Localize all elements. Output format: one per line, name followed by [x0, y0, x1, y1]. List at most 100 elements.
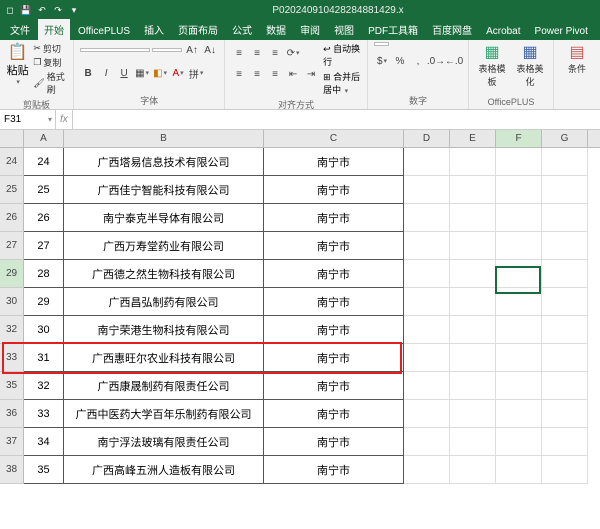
qat-more-icon[interactable]: ▾ [68, 4, 80, 16]
font-color-button[interactable]: A▾ [170, 65, 186, 81]
comma-button[interactable]: , [410, 53, 426, 69]
percent-button[interactable]: % [392, 53, 408, 69]
cell[interactable]: 35 [24, 456, 64, 484]
row-header-37[interactable]: 37 [0, 428, 24, 456]
col-header-A[interactable]: A [24, 130, 64, 147]
inc-decimal-button[interactable]: .0→ [428, 53, 444, 69]
cell[interactable]: 广西中医药大学百年乐制药有限公司 [64, 400, 264, 428]
tab-插入[interactable]: 插入 [138, 19, 170, 40]
col-header-G[interactable]: G [542, 130, 588, 147]
cell-empty[interactable] [450, 344, 496, 372]
grid-body[interactable]: 2424广西塔易信息技术有限公司南宁市2525广西佳宁智能科技有限公司南宁市26… [0, 148, 600, 484]
tab-数据[interactable]: 数据 [260, 19, 292, 40]
row-header-25[interactable]: 25 [0, 176, 24, 204]
cell[interactable]: 南宁市 [264, 288, 404, 316]
orientation-button[interactable]: ⟳▾ [285, 45, 301, 61]
save-icon[interactable]: 💾 [20, 4, 32, 16]
cell[interactable]: 南宁荣港生物科技有限公司 [64, 316, 264, 344]
name-box[interactable]: F31 [0, 110, 56, 129]
cell-empty[interactable] [496, 428, 542, 456]
cell[interactable]: 南宁市 [264, 400, 404, 428]
copy-button[interactable]: ❐复制 [33, 56, 67, 69]
tab-视图[interactable]: 视图 [328, 19, 360, 40]
cell[interactable]: 24 [24, 148, 64, 176]
cell-empty[interactable] [404, 372, 450, 400]
cell-empty[interactable] [450, 148, 496, 176]
cell[interactable]: 广西高峰五洲人造板有限公司 [64, 456, 264, 484]
cell[interactable]: 南宁市 [264, 344, 404, 372]
tell-me-search[interactable]: 💡操作说明搜索 [596, 0, 600, 40]
increase-font-button[interactable]: A↑ [184, 42, 200, 58]
cell-empty[interactable] [404, 344, 450, 372]
paste-button[interactable]: 📋 粘贴 ▾ [6, 42, 29, 86]
cell-empty[interactable] [542, 148, 588, 176]
cell[interactable]: 南宁市 [264, 176, 404, 204]
cell[interactable]: 广西惠旺尔农业科技有限公司 [64, 344, 264, 372]
cell-empty[interactable] [404, 148, 450, 176]
cell-empty[interactable] [450, 316, 496, 344]
cell[interactable]: 30 [24, 316, 64, 344]
decrease-font-button[interactable]: A↓ [202, 42, 218, 58]
cell[interactable]: 广西康晟制药有限责任公司 [64, 372, 264, 400]
cell[interactable]: 29 [24, 288, 64, 316]
cell-empty[interactable] [542, 400, 588, 428]
row-header-26[interactable]: 26 [0, 204, 24, 232]
col-header-B[interactable]: B [64, 130, 264, 147]
border-button[interactable]: ▦▾ [134, 65, 150, 81]
font-name-select[interactable] [80, 48, 150, 52]
underline-button[interactable]: U [116, 65, 132, 81]
undo-icon[interactable]: ↶ [36, 4, 48, 16]
cell-empty[interactable] [542, 204, 588, 232]
cell-empty[interactable] [404, 176, 450, 204]
cell-empty[interactable] [542, 372, 588, 400]
cell[interactable]: 广西昌弘制药有限公司 [64, 288, 264, 316]
cell[interactable]: 南宁市 [264, 316, 404, 344]
indent-dec-button[interactable]: ⇤ [285, 66, 301, 82]
cell[interactable]: 33 [24, 400, 64, 428]
cell[interactable]: 34 [24, 428, 64, 456]
cell-empty[interactable] [496, 260, 542, 288]
conditional-format-button[interactable]: ▤条件 [560, 42, 594, 75]
align-middle-button[interactable]: ≡ [249, 45, 265, 61]
cell-empty[interactable] [450, 400, 496, 428]
dec-decimal-button[interactable]: ←.0 [446, 53, 462, 69]
cell-empty[interactable] [542, 344, 588, 372]
fill-color-button[interactable]: ◧▾ [152, 65, 168, 81]
cell-empty[interactable] [404, 260, 450, 288]
cell-empty[interactable] [496, 148, 542, 176]
wrap-text-button[interactable]: ↩ 自动换行 [323, 42, 361, 68]
bold-button[interactable]: B [80, 65, 96, 81]
cell[interactable]: 南宁市 [264, 232, 404, 260]
cell-empty[interactable] [496, 456, 542, 484]
cell-empty[interactable] [496, 316, 542, 344]
row-header-32[interactable]: 32 [0, 316, 24, 344]
tab-页面布局[interactable]: 页面布局 [172, 19, 224, 40]
cell[interactable]: 广西佳宁智能科技有限公司 [64, 176, 264, 204]
cell[interactable]: 南宁泰克半导体有限公司 [64, 204, 264, 232]
cell-empty[interactable] [404, 288, 450, 316]
row-header-33[interactable]: 33 [0, 344, 24, 372]
redo-icon[interactable]: ↷ [52, 4, 64, 16]
table-template-button[interactable]: ▦表格模板 [475, 42, 509, 88]
cell-empty[interactable] [450, 204, 496, 232]
cell-empty[interactable] [496, 344, 542, 372]
cell-empty[interactable] [542, 316, 588, 344]
fx-icon[interactable]: fx [60, 114, 68, 125]
row-header-27[interactable]: 27 [0, 232, 24, 260]
cell[interactable]: 南宁市 [264, 372, 404, 400]
cell[interactable]: 广西德之然生物科技有限公司 [64, 260, 264, 288]
align-center-button[interactable]: ≡ [249, 66, 265, 82]
formula-input[interactable] [73, 110, 600, 129]
phonetic-button[interactable]: 拼▾ [188, 65, 204, 81]
row-header-30[interactable]: 30 [0, 288, 24, 316]
cell[interactable]: 南宁市 [264, 260, 404, 288]
cell[interactable]: 南宁浮法玻璃有限责任公司 [64, 428, 264, 456]
cell-empty[interactable] [496, 400, 542, 428]
align-right-button[interactable]: ≡ [267, 66, 283, 82]
cell[interactable]: 南宁市 [264, 428, 404, 456]
cell-empty[interactable] [542, 232, 588, 260]
cell-empty[interactable] [450, 372, 496, 400]
format-painter-button[interactable]: 🖌格式刷 [33, 70, 67, 96]
cell-empty[interactable] [404, 400, 450, 428]
row-header-29[interactable]: 29 [0, 260, 24, 288]
